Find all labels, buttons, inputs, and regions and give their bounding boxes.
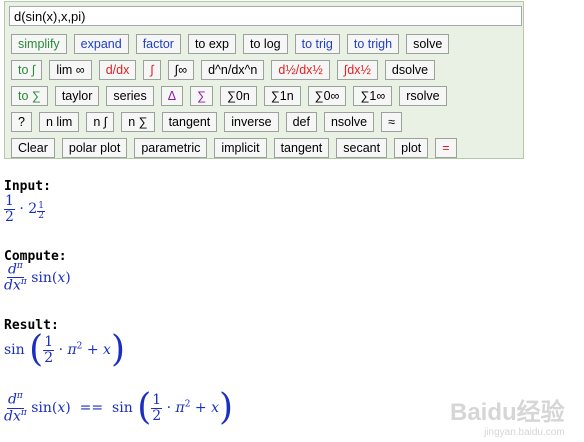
calc-button-1-8[interactable]: dsolve bbox=[384, 60, 436, 80]
calculator-panel: d(sin(x),x,pi) simplify expand factor to ex… bbox=[4, 1, 524, 159]
calc-button-0-0[interactable]: simplify bbox=[11, 34, 67, 54]
button-row-2: to ∫ lim ∞ d/dx ∫ ∫∞ d^n/dx^n d½/dx½ ∫dx½ dsolve bbox=[11, 60, 436, 80]
calc-button-2-5[interactable]: ∑0n bbox=[220, 86, 257, 106]
calc-button-2-4[interactable]: ∑ bbox=[190, 86, 214, 106]
calc-button-1-4[interactable]: ∫∞ bbox=[167, 60, 195, 80]
calc-button-3-6[interactable]: def bbox=[285, 112, 317, 132]
result-expression: sin (1 2 · π2 + x) bbox=[4, 329, 125, 370]
calc-button-0-4[interactable]: to log bbox=[243, 34, 288, 54]
button-row-3: to ∑ taylor series Δ ∑ ∑0n ∑1n ∑0∞ ∑1∞ rsolve bbox=[11, 86, 447, 106]
calc-button-3-4[interactable]: tangent bbox=[161, 112, 218, 132]
calc-button-2-8[interactable]: ∑1∞ bbox=[353, 86, 393, 106]
calc-button-3-8[interactable]: ≈ bbox=[381, 112, 402, 132]
calc-button-1-5[interactable]: d^n/dx^n bbox=[201, 60, 265, 80]
calc-button-3-2[interactable]: n ∫ bbox=[86, 112, 115, 132]
calc-button-4-4[interactable]: tangent bbox=[273, 138, 330, 158]
calc-button-3-5[interactable]: inverse bbox=[224, 112, 279, 132]
calc-button-0-6[interactable]: to trigh bbox=[346, 34, 400, 54]
calc-button-2-6[interactable]: ∑1n bbox=[263, 86, 301, 106]
calc-button-3-0[interactable]: ? bbox=[11, 112, 32, 132]
calc-button-4-6[interactable]: plot bbox=[394, 138, 429, 158]
calc-button-2-3[interactable]: Δ bbox=[160, 86, 184, 106]
calc-button-2-2[interactable]: series bbox=[106, 86, 154, 106]
watermark-logo: Baidu经验 jingyan.baidu.com bbox=[450, 399, 565, 438]
calc-button-0-2[interactable]: factor bbox=[135, 34, 181, 54]
calc-button-4-2[interactable]: parametric bbox=[134, 138, 208, 158]
calc-button-4-0[interactable]: Clear bbox=[11, 138, 55, 158]
calc-button-1-1[interactable]: lim ∞ bbox=[49, 60, 92, 80]
equation-expression: dπ dxπ sin(x) == sin (1 2 · π2 + x) bbox=[4, 387, 234, 428]
input-heading: Input: bbox=[4, 179, 51, 194]
calc-button-1-7[interactable]: ∫dx½ bbox=[336, 60, 378, 80]
calc-button-1-3[interactable]: ∫ bbox=[143, 60, 161, 80]
calc-button-3-1[interactable]: n lim bbox=[38, 112, 80, 132]
calc-button-4-5[interactable]: secant bbox=[336, 138, 388, 158]
calc-button-2-1[interactable]: taylor bbox=[54, 86, 100, 106]
calc-button-0-1[interactable]: expand bbox=[73, 34, 129, 54]
calc-button-2-0[interactable]: to ∑ bbox=[11, 86, 48, 106]
button-row-1: simplify expand factor to exp to log to trig t… bbox=[11, 34, 450, 54]
calc-button-2-9[interactable]: rsolve bbox=[399, 86, 447, 106]
expression-input[interactable]: d(sin(x),x,pi) bbox=[9, 6, 522, 26]
input-expression: 12 · 212 bbox=[4, 193, 45, 225]
calc-button-3-7[interactable]: nsolve bbox=[323, 112, 375, 132]
button-row-4: ? n lim n ∫ n ∑ tangent inverse def nsolve ≈ bbox=[11, 112, 402, 132]
calc-button-0-7[interactable]: solve bbox=[406, 34, 450, 54]
calc-button-4-3[interactable]: implicit bbox=[214, 138, 267, 158]
calc-button-0-3[interactable]: to exp bbox=[187, 34, 237, 54]
calc-button-1-6[interactable]: d½/dx½ bbox=[271, 60, 330, 80]
calc-button-2-7[interactable]: ∑0∞ bbox=[307, 86, 347, 106]
calc-button-1-2[interactable]: d/dx bbox=[98, 60, 137, 80]
calc-button-3-3[interactable]: n ∑ bbox=[121, 112, 155, 132]
calc-button-0-5[interactable]: to trig bbox=[294, 34, 340, 54]
calc-button-1-0[interactable]: to ∫ bbox=[11, 60, 43, 80]
button-row-5: Clear polar plot parametric implicit tangent… bbox=[11, 138, 457, 158]
calc-button-4-1[interactable]: polar plot bbox=[61, 138, 128, 158]
compute-expression: dπ dxπ sin(x) bbox=[4, 261, 71, 294]
calc-button-4-7[interactable]: = bbox=[435, 138, 457, 158]
